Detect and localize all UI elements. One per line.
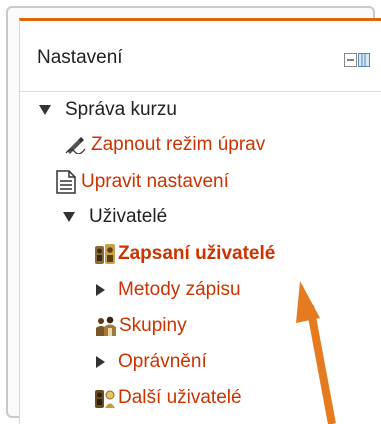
annotation-arrow — [296, 281, 336, 424]
